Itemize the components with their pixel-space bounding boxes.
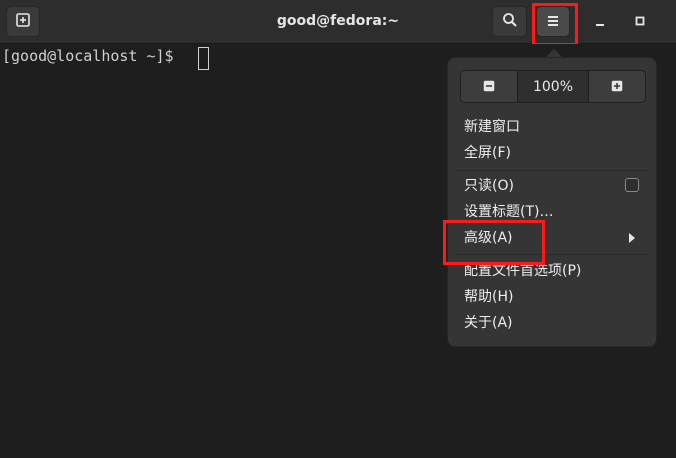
menu-item-new-window[interactable]: 新建窗口 [464, 116, 520, 138]
terminal-window: good@fedora:~ [good@localhost ~]$ 100% 新… [0, 0, 676, 458]
header-bar: good@fedora:~ [0, 0, 676, 44]
maximize-icon [634, 12, 646, 31]
shell-prompt: [good@localhost ~]$ [2, 47, 183, 65]
search-icon [502, 12, 518, 32]
menu-item-profile-preferences[interactable]: 配置文件首选项(P) [464, 260, 581, 282]
zoom-control: 100% [460, 70, 646, 103]
maximize-button[interactable] [625, 6, 655, 37]
menu-item-about[interactable]: 关于(A) [464, 312, 513, 334]
search-button[interactable] [492, 6, 527, 37]
minimize-icon [594, 12, 606, 31]
main-menu-popover: 100% 新建窗口 全屏(F) 只读(O) 设置标题(T)… 高级(A) 配置文… [447, 57, 657, 347]
new-tab-icon [15, 12, 31, 32]
menu-item-read-only[interactable]: 只读(O) [464, 175, 514, 197]
window-title: good@fedora:~ [276, 13, 400, 29]
menu-item-fullscreen[interactable]: 全屏(F) [464, 142, 511, 164]
text-cursor [198, 47, 209, 70]
minus-icon [483, 77, 495, 96]
minimize-button[interactable] [585, 6, 615, 37]
menu-item-set-title[interactable]: 设置标题(T)… [464, 201, 553, 223]
zoom-out-button[interactable] [461, 71, 518, 102]
zoom-level: 100% [517, 71, 589, 102]
menu-item-help[interactable]: 帮助(H) [464, 286, 513, 308]
plus-icon [611, 77, 623, 96]
new-tab-button[interactable] [6, 6, 40, 37]
menu-separator [456, 254, 648, 255]
submenu-arrow-icon [629, 233, 635, 243]
menu-item-advanced[interactable]: 高级(A) [464, 227, 513, 249]
zoom-in-button[interactable] [588, 71, 645, 102]
menu-button[interactable] [536, 6, 570, 37]
read-only-checkbox[interactable] [625, 178, 639, 192]
menu-separator [456, 170, 648, 171]
hamburger-menu-icon [546, 12, 560, 31]
